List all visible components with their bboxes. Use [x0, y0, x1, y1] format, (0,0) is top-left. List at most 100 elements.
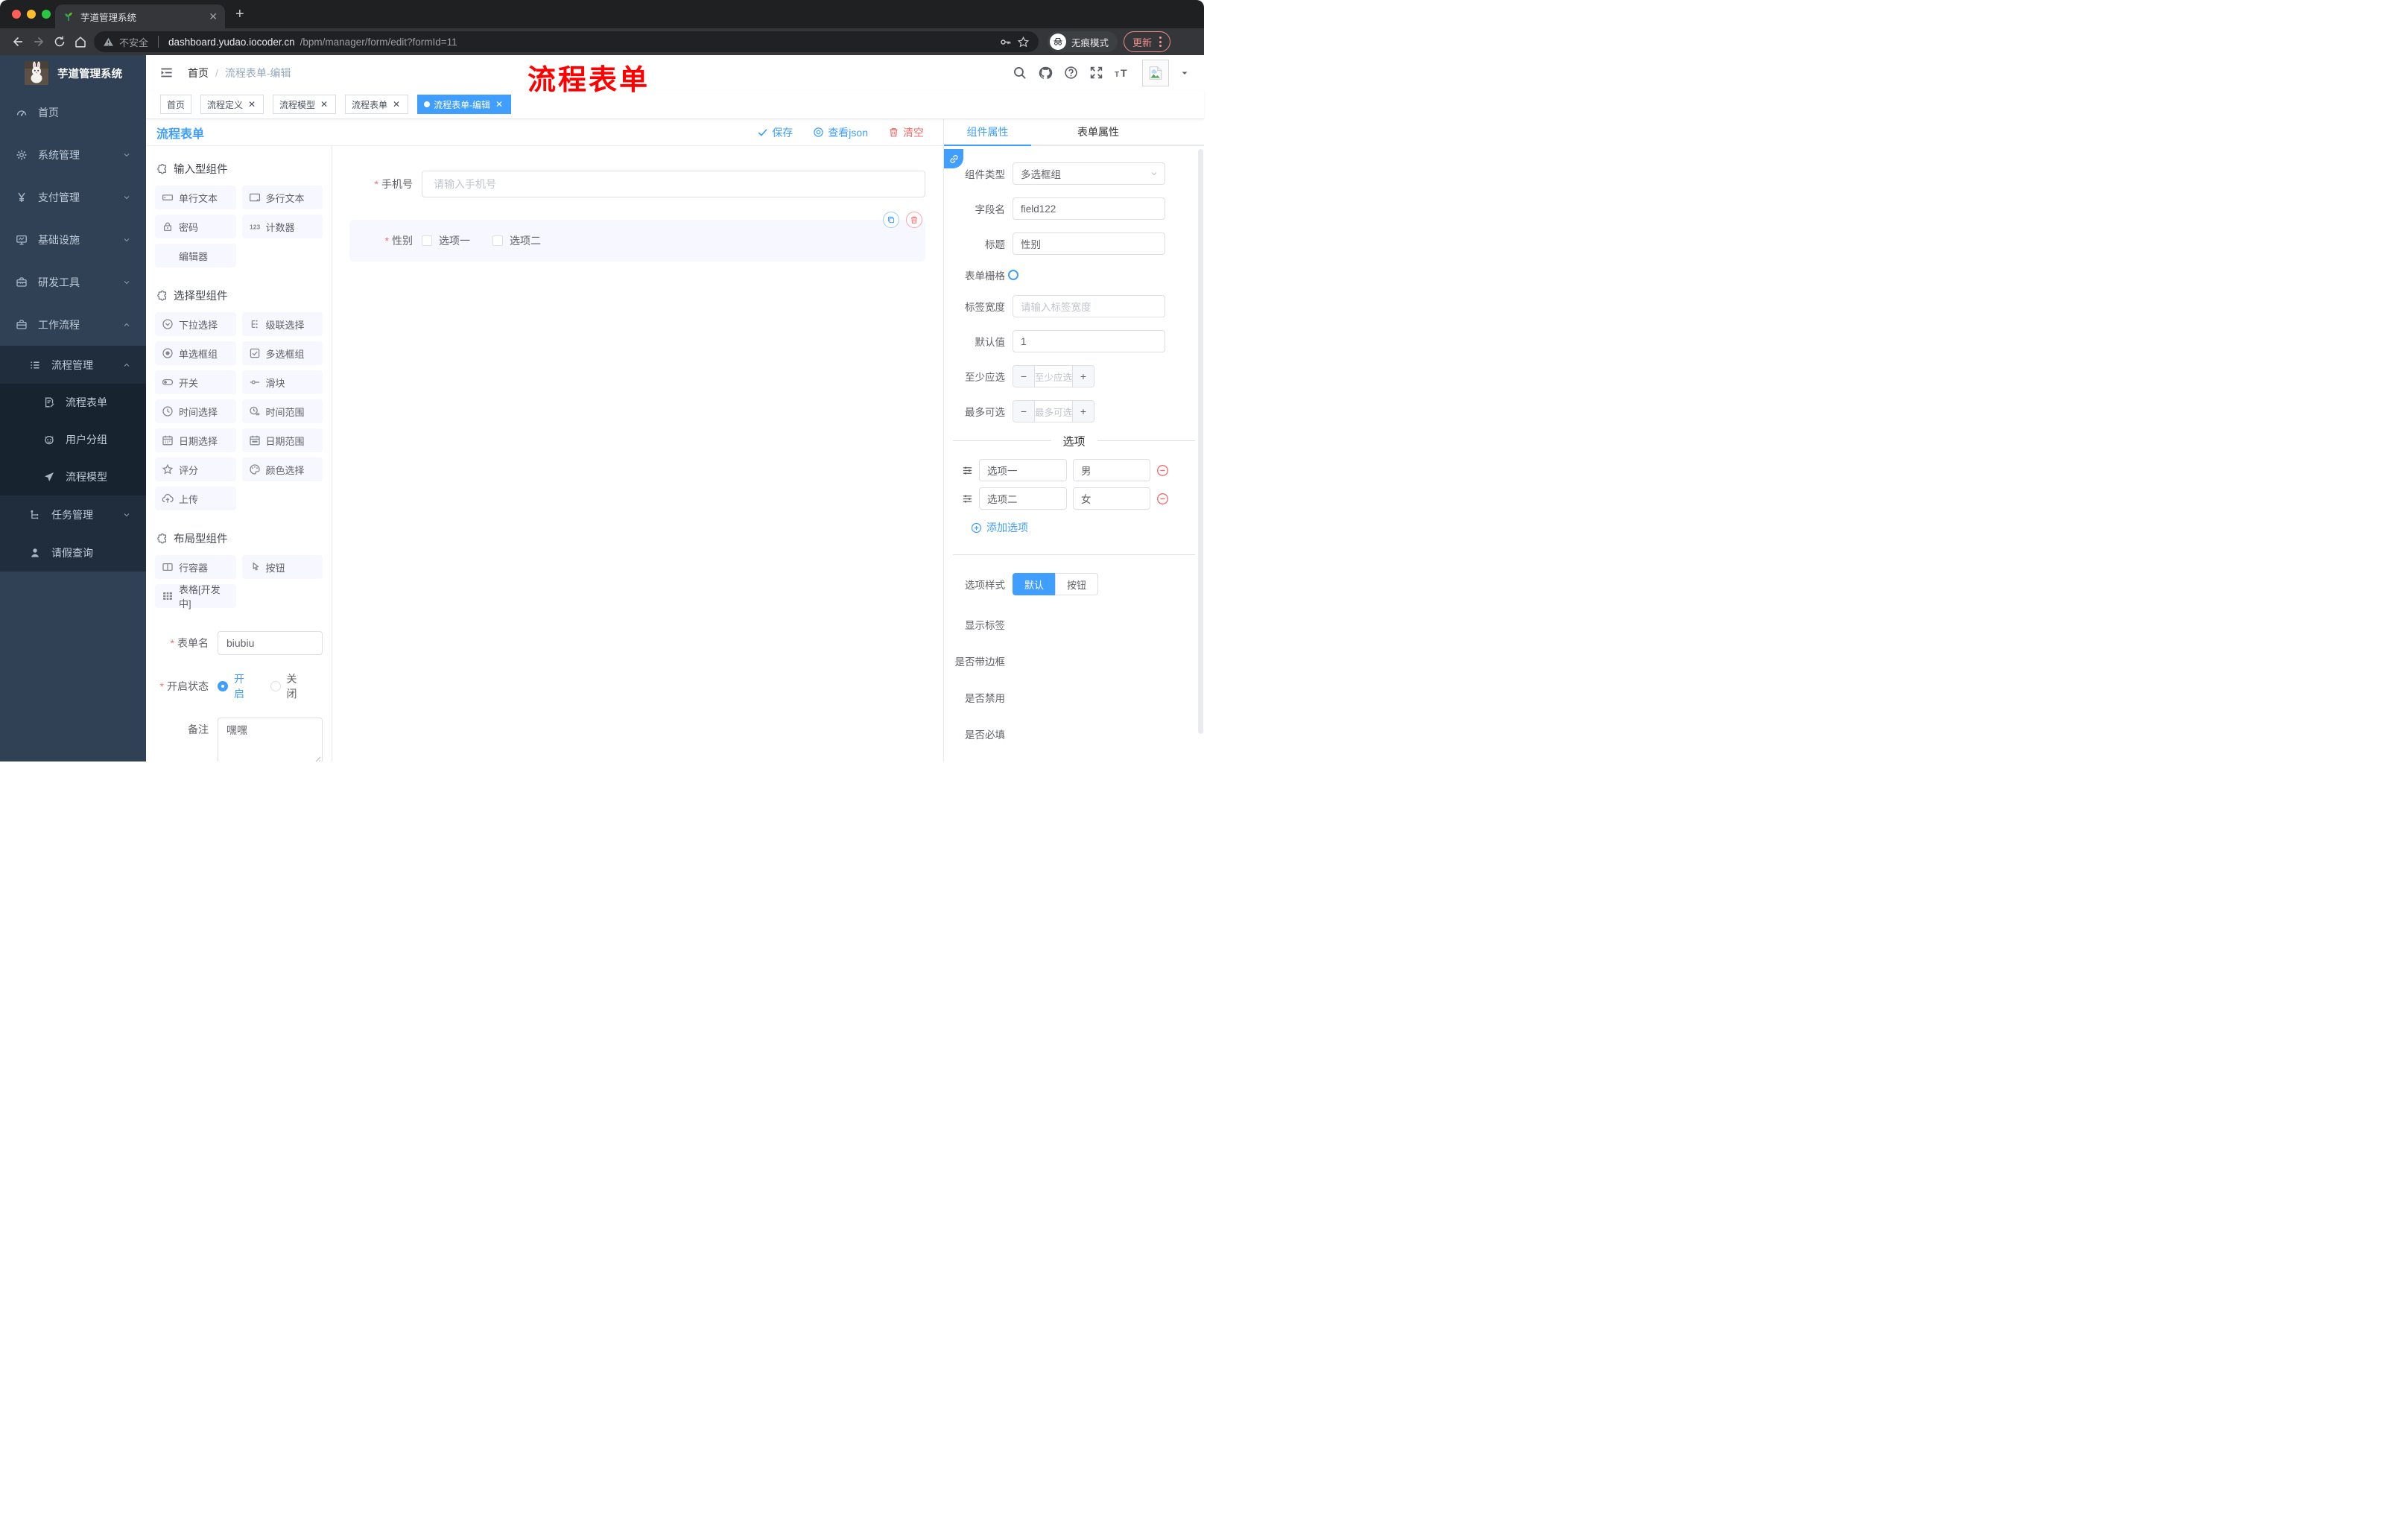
home-icon[interactable] — [70, 31, 91, 52]
font-size-icon[interactable]: TT — [1115, 66, 1131, 80]
component-select[interactable]: 下拉选择 — [155, 312, 236, 336]
sidebar-item-2[interactable]: 系统管理 — [0, 133, 146, 176]
decrease-button[interactable]: − — [1013, 401, 1034, 422]
breadcrumb-home[interactable]: 首页 — [188, 66, 209, 80]
status-radio-2[interactable]: 关闭 — [270, 671, 305, 701]
password-key-icon[interactable] — [999, 36, 1012, 48]
component-star[interactable]: 评分 — [155, 457, 236, 481]
tab-form-props[interactable]: 表单属性 — [1031, 119, 1165, 145]
sidebar-item-1[interactable]: 首页 — [0, 91, 146, 133]
component-slider[interactable]: 滑块 — [241, 370, 323, 394]
status-radio-1[interactable]: 开启 — [218, 671, 253, 701]
option-style-default[interactable]: 默认 — [1013, 573, 1056, 595]
gender-checkbox-2[interactable]: 选项二 — [492, 233, 541, 248]
tag-close-icon[interactable]: ✕ — [494, 99, 504, 110]
increase-button[interactable]: + — [1073, 401, 1094, 422]
option-value-input[interactable]: 女 — [1073, 487, 1150, 510]
remove-option-button[interactable] — [1156, 464, 1169, 477]
tab-tag-3[interactable]: 流程模型 ✕ — [273, 95, 337, 114]
component-pointer[interactable]: 按钮 — [241, 555, 323, 579]
search-icon[interactable] — [1013, 66, 1027, 80]
copy-field-button[interactable] — [883, 212, 899, 228]
github-icon[interactable] — [1038, 66, 1053, 80]
component-calendar[interactable]: 日期选择 — [155, 428, 236, 452]
close-window-button[interactable] — [12, 10, 21, 19]
title-input[interactable]: 性别 — [1013, 232, 1165, 255]
sidebar-fold-icon[interactable] — [159, 66, 174, 80]
tab-tag-5[interactable]: 流程表单-编辑 ✕ — [417, 95, 512, 114]
component-input[interactable]: 单行文本 — [155, 186, 236, 209]
default-value-input[interactable]: 1 — [1013, 330, 1165, 352]
phone-input[interactable]: 请输入手机号 — [422, 171, 925, 197]
component-row[interactable]: 行容器 — [155, 555, 236, 579]
component-switch[interactable]: 开关 — [155, 370, 236, 394]
option-value-input[interactable]: 男 — [1073, 459, 1150, 481]
decrease-button[interactable]: − — [1013, 366, 1034, 387]
canvas-field-phone[interactable]: 手机号 请输入手机号 — [332, 171, 943, 197]
sidebar-item-5[interactable]: 研发工具 — [0, 261, 146, 303]
delete-field-button[interactable] — [906, 212, 922, 228]
tab-tag-4[interactable]: 流程表单 ✕ — [345, 95, 409, 114]
tab-close-icon[interactable]: ✕ — [209, 11, 218, 22]
sidebar-item-6[interactable]: 工作流程 — [0, 303, 146, 346]
component-palette[interactable]: 颜色选择 — [241, 457, 323, 481]
reload-icon[interactable] — [49, 31, 70, 52]
chevron-down-icon[interactable] — [1180, 69, 1189, 77]
tab-tag-1[interactable]: 首页 — [160, 95, 192, 114]
forward-icon[interactable] — [28, 31, 49, 52]
zoom-window-button[interactable] — [42, 10, 51, 19]
option-label-input[interactable]: 选项一 — [979, 459, 1067, 481]
sidebar-item-10[interactable]: 流程模型 — [0, 458, 146, 495]
component-upload[interactable]: 上传 — [155, 487, 236, 510]
component-type-select[interactable]: 多选框组 — [1013, 162, 1165, 185]
minimize-window-button[interactable] — [27, 10, 36, 19]
browser-update-button[interactable]: 更新 — [1124, 31, 1171, 52]
sidebar-item-9[interactable]: 用户分组 — [0, 421, 146, 458]
tag-close-icon[interactable]: ✕ — [247, 99, 257, 110]
fullscreen-icon[interactable] — [1089, 66, 1103, 80]
avatar[interactable] — [1142, 59, 1169, 86]
field-name-input[interactable]: field122 — [1013, 197, 1165, 220]
sidebar-item-3[interactable]: 支付管理 — [0, 176, 146, 218]
bookmark-star-icon[interactable] — [1017, 36, 1030, 48]
sidebar-item-12[interactable]: 请假查询 — [0, 533, 146, 571]
back-icon[interactable] — [7, 31, 28, 52]
view-json-button[interactable]: 查看json — [813, 125, 868, 140]
help-icon[interactable] — [1064, 66, 1078, 80]
add-option-button[interactable]: 添加选项 — [971, 520, 1204, 535]
increase-button[interactable]: + — [1073, 366, 1094, 387]
security-label[interactable]: 不安全 — [119, 35, 148, 49]
component-table[interactable]: 表格[开发中] — [155, 584, 236, 609]
slider-handle[interactable] — [1008, 270, 1018, 280]
clear-button[interactable]: 清空 — [888, 125, 924, 140]
update-label[interactable]: 更新 — [1132, 35, 1152, 49]
canvas-field-gender-selected[interactable]: 性别 选项一 选项二 — [349, 212, 925, 262]
sidebar-item-8[interactable]: 流程表单 — [0, 384, 146, 421]
component-lock[interactable]: 密码 — [155, 215, 236, 238]
label-width-input[interactable]: 请输入标签宽度 — [1013, 295, 1165, 317]
component-clock-range[interactable]: 时间范围 — [241, 399, 323, 423]
sidebar-item-4[interactable]: 基础设施 — [0, 218, 146, 261]
sidebar-item-11[interactable]: 任务管理 — [0, 495, 146, 533]
form-remark-textarea[interactable]: 嘿嘿 — [218, 718, 323, 762]
tab-component-props[interactable]: 组件属性 — [944, 119, 1031, 145]
tag-close-icon[interactable]: ✕ — [319, 99, 329, 110]
url-path[interactable]: /bpm/manager/form/edit?formId=11 — [300, 37, 457, 48]
sidebar-logo[interactable]: 芋道管理系统 — [0, 55, 146, 91]
option-label-input[interactable]: 选项二 — [979, 487, 1067, 510]
panel-scrollbar[interactable] — [1198, 149, 1203, 734]
component-checkbox[interactable]: 多选框组 — [241, 341, 323, 365]
drag-handle-icon[interactable] — [962, 493, 973, 504]
security-warning-icon[interactable] — [103, 37, 114, 48]
url-bar[interactable]: 不安全 dashboard.yudao.iocoder.cn/bpm/manag… — [94, 31, 1039, 52]
component-cascade[interactable]: 级联选择 — [241, 312, 323, 336]
min-select-value[interactable]: 至少应选 — [1034, 366, 1073, 387]
component-counter[interactable]: 123 计数器 — [241, 215, 323, 238]
browser-tab[interactable]: 芋道管理系统 ✕ — [55, 4, 225, 28]
option-style-button[interactable]: 按钮 — [1055, 573, 1099, 595]
component-textarea[interactable]: 多行文本 — [241, 186, 323, 209]
tag-close-icon[interactable]: ✕ — [391, 99, 402, 110]
window-controls[interactable] — [12, 10, 51, 19]
component-clock[interactable]: 时间选择 — [155, 399, 236, 423]
max-select-value[interactable]: 最多可选 — [1034, 401, 1073, 422]
